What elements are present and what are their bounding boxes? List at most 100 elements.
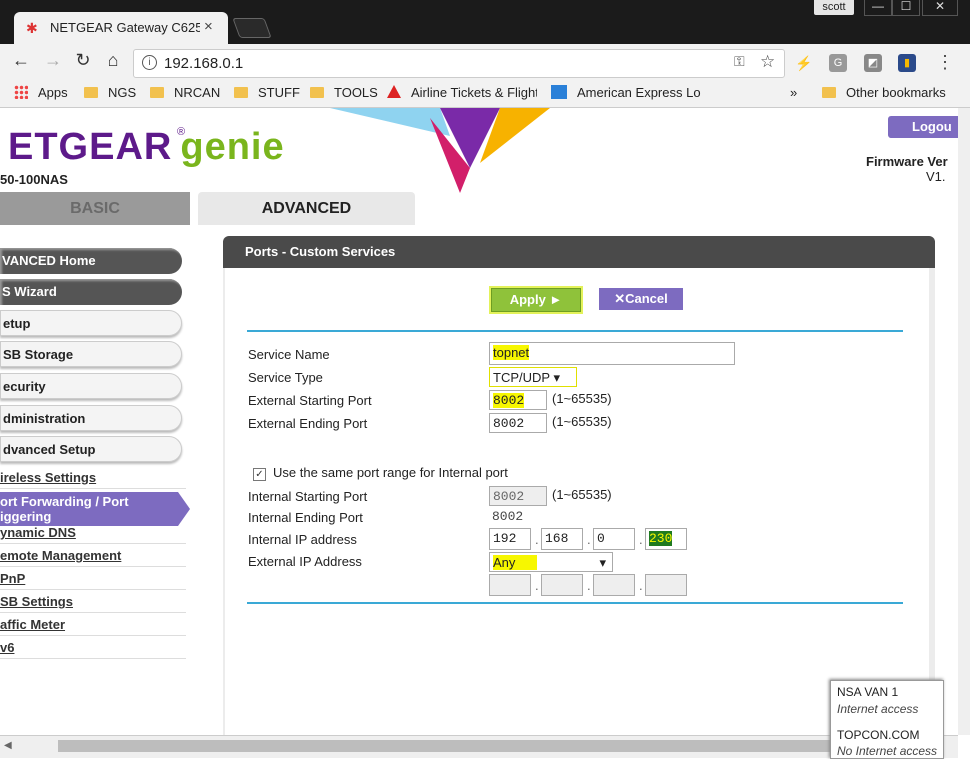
menu-dots-icon[interactable]: ⋮ [936, 52, 954, 73]
bookmark-airline[interactable]: Airline Tickets & Flight [387, 85, 537, 100]
ext-start-range: (1~65535) [552, 391, 612, 406]
ext-ip-select[interactable]: Any ▾ [489, 552, 613, 572]
ip-dot: . [535, 532, 539, 547]
sidebar: VANCED Home S Wizard etup SB Storage ecu… [0, 238, 200, 757]
folder-icon [234, 87, 248, 98]
bookmark-amex[interactable]: American Express Lo [551, 85, 701, 100]
sidebar-advanced-setup[interactable]: dvanced Setup [0, 436, 182, 462]
sidebar-port-forwarding[interactable]: ort Forwarding / Port iggering [0, 492, 190, 526]
sidebar-setup[interactable]: etup [0, 310, 182, 336]
firmware-label: Firmware Ver [866, 154, 948, 169]
sidebar-advanced-home[interactable]: VANCED Home [0, 248, 182, 274]
close-window-button[interactable]: ✕ [922, 0, 958, 16]
bookmark-stuff[interactable]: STUFF [234, 85, 300, 100]
profile-button[interactable]: scott [814, 0, 854, 15]
same-range-checkbox[interactable]: ✓ [253, 468, 266, 481]
back-arrow-icon[interactable]: ← [10, 50, 32, 71]
extension-square-icon[interactable]: ◩ [864, 54, 882, 72]
apply-button[interactable]: Apply ► [491, 288, 581, 312]
service-type-select[interactable]: TCP/UDP ▾ [489, 367, 577, 387]
wifi-network-2-name[interactable]: TOPCON.COM [837, 728, 919, 742]
registered-mark: ® [177, 126, 186, 138]
folder-icon [150, 87, 164, 98]
ip-octet-3[interactable]: 0 [593, 528, 635, 550]
bookmark-apps[interactable]: Apps [14, 85, 68, 100]
extension-chart-icon[interactable]: ▮ [898, 54, 916, 72]
apps-grid-icon [14, 85, 28, 99]
folder-icon [310, 87, 324, 98]
folder-icon [84, 87, 98, 98]
int-end-port-value: 8002 [492, 509, 524, 524]
browser-tab[interactable]: ✱ NETGEAR Gateway C6250 × [14, 12, 228, 44]
star-icon[interactable]: ☆ [760, 52, 775, 72]
service-name-input[interactable]: topnet [489, 342, 735, 365]
wifi-network-popup: NSA VAN 1 Internet access TOPCON.COM No … [830, 680, 944, 759]
sidebar-traffic-meter[interactable]: affic Meter [0, 617, 186, 636]
url-text: 192.168.0.1 [164, 55, 244, 72]
sidebar-administration[interactable]: dministration [0, 405, 182, 431]
bookmark-ngs[interactable]: NGS [84, 85, 136, 100]
minimize-button[interactable]: — [864, 0, 892, 16]
int-ip-label: Internal IP address [248, 532, 357, 547]
tab-basic[interactable]: BASIC [0, 192, 190, 225]
router-page: ETGEAR genie ® 50-100NAS Logou Firmware V… [0, 108, 970, 757]
ext-ip-octet-4 [645, 574, 687, 596]
sidebar-dynamic-dns[interactable]: ynamic DNS [0, 525, 186, 544]
bookmark-nrcan[interactable]: NRCAN [150, 85, 220, 100]
new-tab-button[interactable] [232, 18, 272, 38]
sidebar-remote-management[interactable]: emote Management [0, 548, 186, 567]
tab-title: NETGEAR Gateway C6250 [50, 20, 200, 35]
bookmark-other[interactable]: Other bookmarks [822, 85, 946, 100]
wifi-network-1-name[interactable]: NSA VAN 1 [837, 685, 898, 699]
sidebar-wireless-settings[interactable]: ireless Settings [0, 470, 186, 489]
address-bar[interactable]: i 192.168.0.1 ⚿ ☆ [133, 49, 785, 78]
home-icon[interactable]: ⌂ [102, 50, 124, 71]
ext-start-port-label: External Starting Port [248, 393, 372, 408]
ip-octet-4[interactable]: 230 [645, 528, 687, 550]
maximize-button[interactable]: ☐ [892, 0, 920, 16]
ext-ip-label: External IP Address [248, 554, 362, 569]
ext-ip-octet-3 [593, 574, 635, 596]
header-banner-graphic [330, 108, 550, 193]
horizontal-scroll-thumb[interactable] [58, 740, 838, 752]
dropdown-arrow-icon: ▾ [553, 370, 560, 385]
amex-logo-icon [551, 85, 567, 99]
wifi-network-1-status: Internet access [837, 702, 919, 716]
custom-services-panel: Ports - Custom Services Apply ► ✕Cancel … [223, 236, 935, 757]
extension-bolt-icon[interactable]: ⚡ [795, 54, 813, 72]
ext-ip-octet-1 [489, 574, 531, 596]
ip-octet-2[interactable]: 168 [541, 528, 583, 550]
sidebar-ipv6[interactable]: v6 [0, 640, 186, 659]
vertical-scrollbar[interactable] [958, 108, 970, 735]
ip-dot: . [535, 578, 539, 593]
ext-start-port-input[interactable]: 8002 [489, 390, 547, 410]
tab-close-icon[interactable]: × [204, 18, 213, 35]
sidebar-setup-wizard[interactable]: S Wizard [0, 279, 182, 305]
reload-icon[interactable]: ↻ [72, 50, 94, 71]
netgear-genie-logo: ETGEAR genie [8, 126, 285, 168]
forward-arrow-icon[interactable]: → [42, 50, 64, 71]
sidebar-upnp[interactable]: PnP [0, 571, 186, 590]
int-end-port-label: Internal Ending Port [248, 510, 363, 525]
tab-advanced[interactable]: ADVANCED [198, 192, 415, 225]
ext-end-port-input[interactable]: 8002 [489, 413, 547, 433]
ip-dot: . [639, 532, 643, 547]
same-range-label: Use the same port range for Internal por… [273, 465, 508, 480]
ip-octet-1[interactable]: 192 [489, 528, 531, 550]
sidebar-security[interactable]: ecurity [0, 373, 182, 399]
info-icon[interactable]: i [142, 55, 157, 70]
bookmarks-overflow-button[interactable]: » [790, 85, 797, 100]
bookmark-tools[interactable]: TOOLS [310, 85, 378, 100]
scroll-left-arrow-icon[interactable]: ◀ [4, 740, 12, 751]
extension-g-icon[interactable]: G [829, 54, 847, 72]
ip-dot: . [587, 532, 591, 547]
sidebar-usb-storage[interactable]: SB Storage [0, 341, 182, 367]
service-type-label: Service Type [248, 370, 323, 385]
airline-logo-icon [387, 85, 401, 98]
int-start-port-label: Internal Starting Port [248, 489, 368, 504]
wifi-network-2-status: No Internet access [837, 744, 938, 758]
model-number: 50-100NAS [0, 172, 68, 187]
key-icon[interactable]: ⚿ [734, 53, 745, 70]
cancel-button[interactable]: ✕Cancel [599, 288, 683, 310]
sidebar-usb-settings[interactable]: SB Settings [0, 594, 186, 613]
